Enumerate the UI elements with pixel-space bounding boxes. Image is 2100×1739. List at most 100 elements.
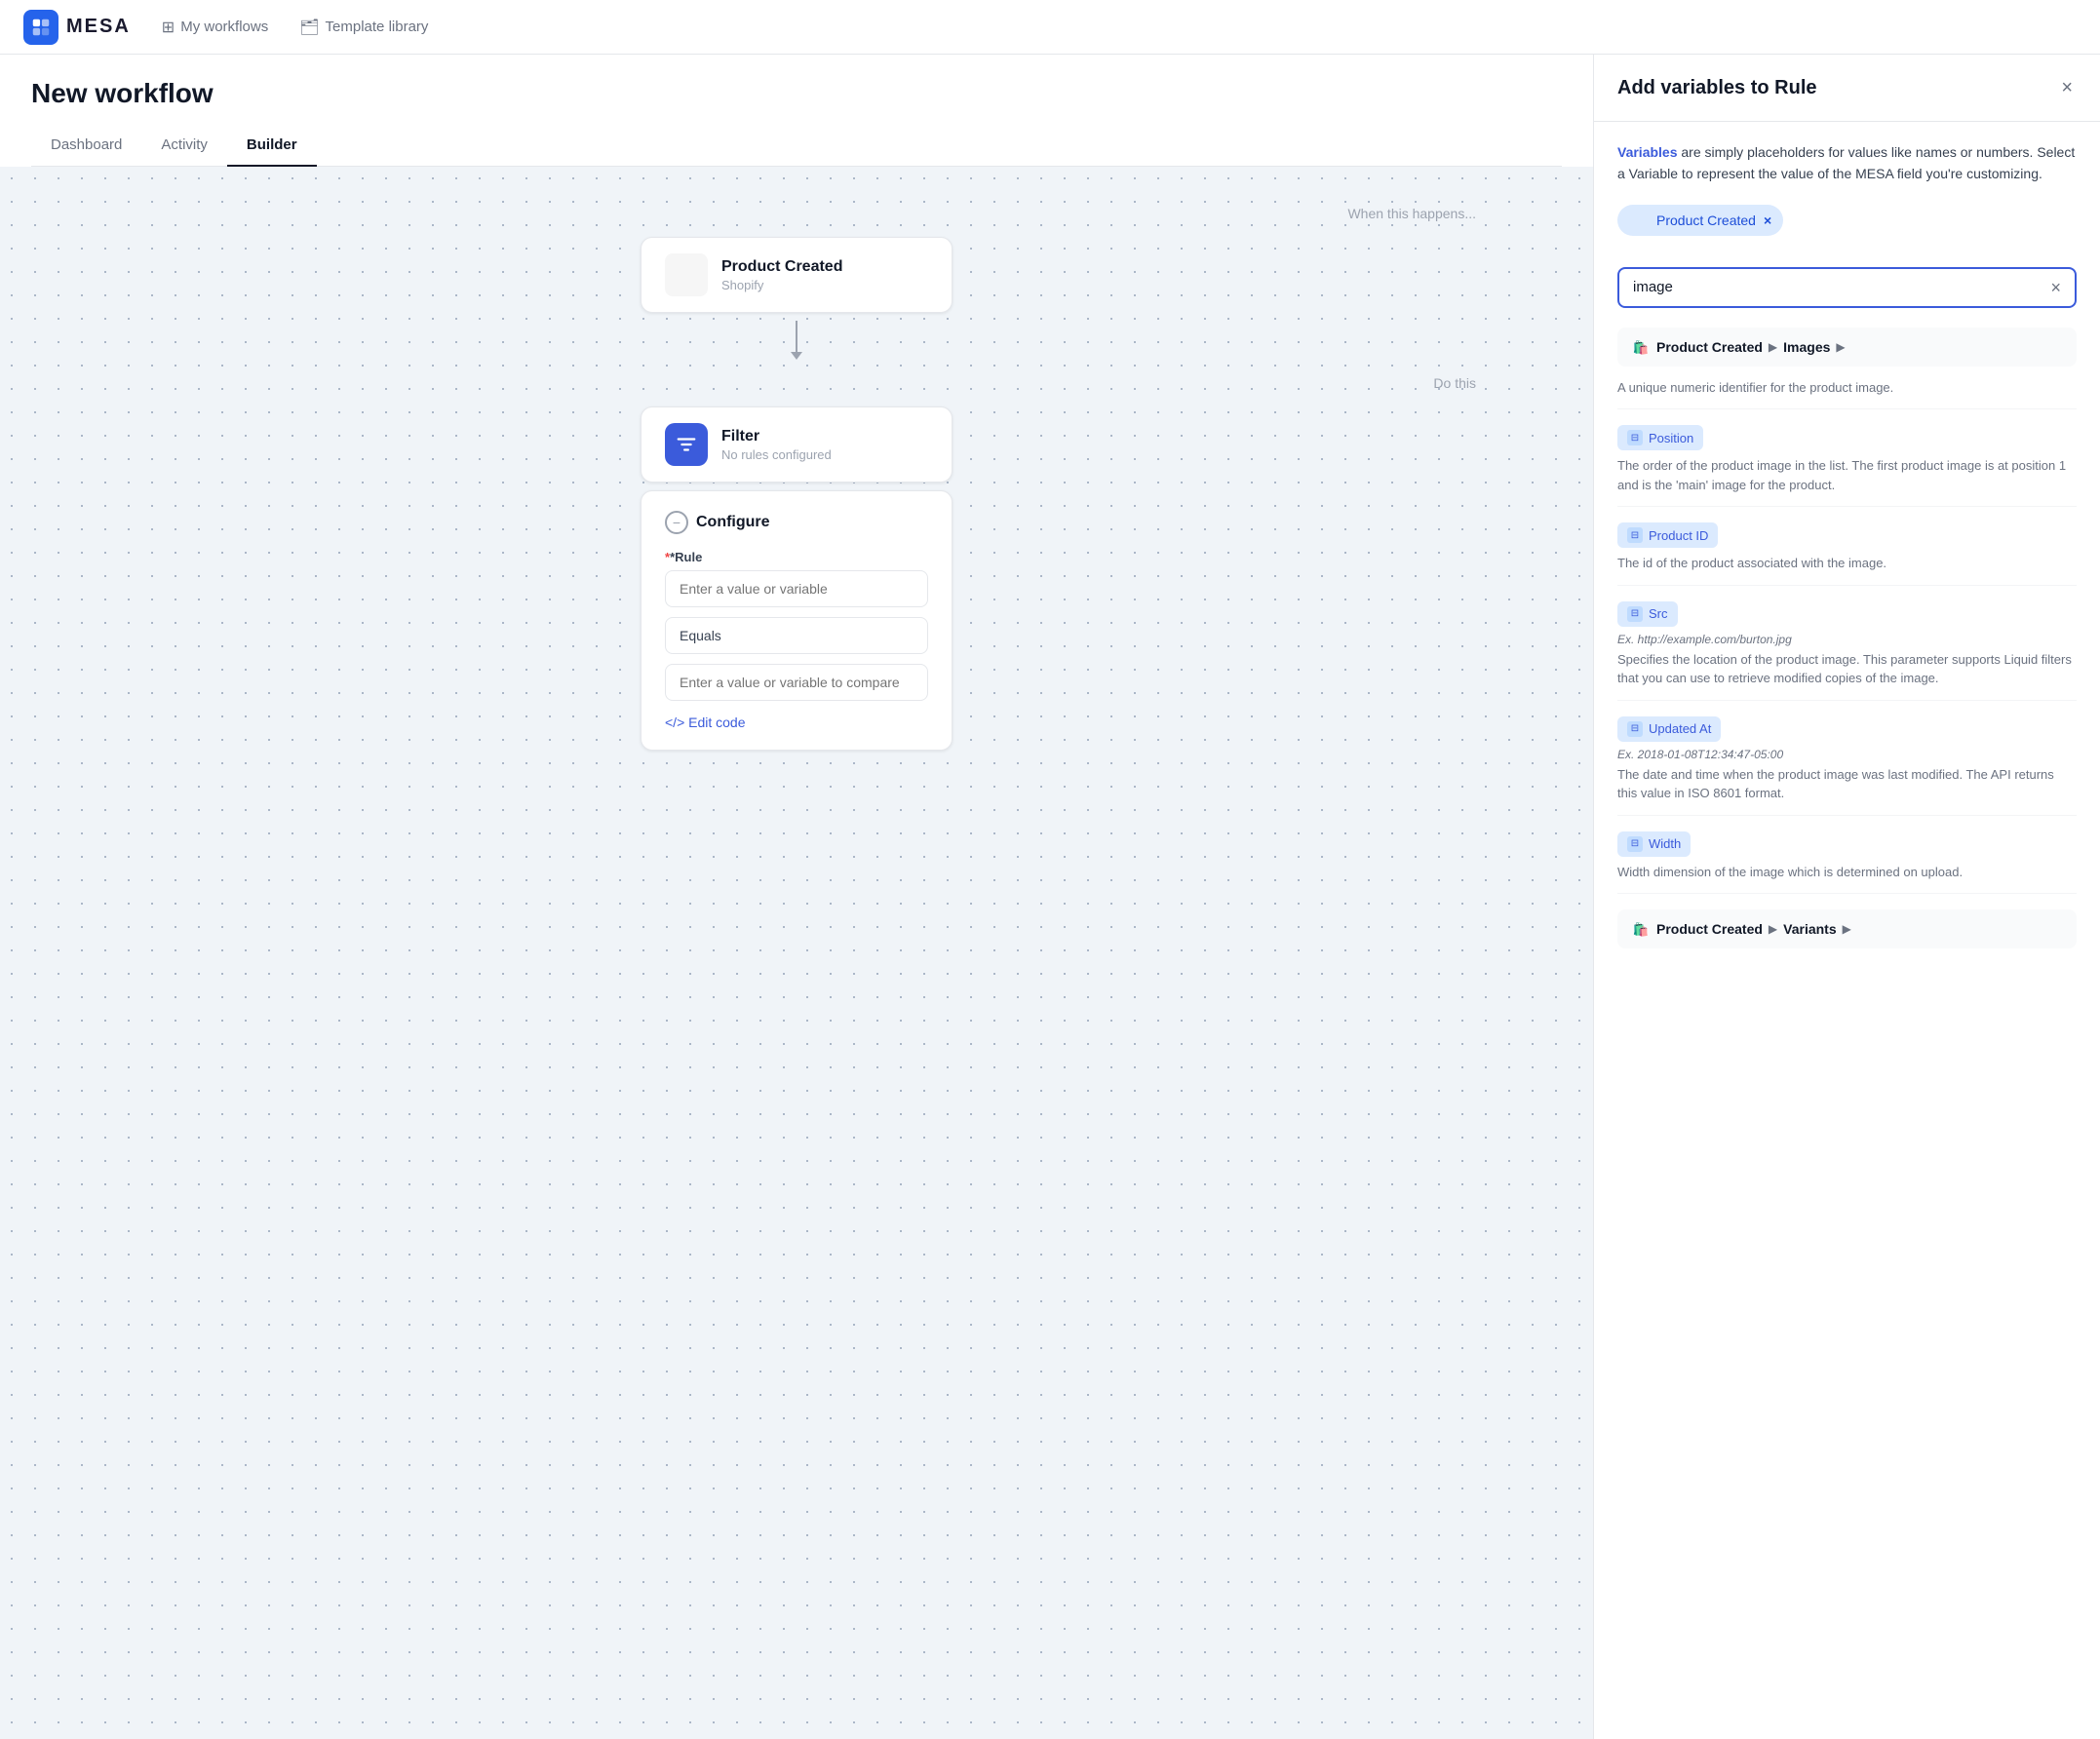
src-example: Ex. http://example.com/burton.jpg	[1617, 633, 2077, 646]
updated-at-variable-btn[interactable]: ⊟ Updated At	[1617, 716, 1721, 742]
filter-icon	[665, 423, 708, 466]
edit-code-link[interactable]: </> Edit code	[665, 715, 928, 730]
panel-body: Variables are simply placeholders for va…	[1594, 122, 2100, 1739]
shopify-icon: 🛍️	[665, 253, 708, 296]
compare-input[interactable]	[665, 664, 928, 701]
width-variable-btn[interactable]: ⊟ Width	[1617, 831, 1691, 857]
width-var-icon: ⊟	[1627, 836, 1643, 852]
updated-at-var-icon: ⊟	[1627, 721, 1643, 737]
position-var-icon: ⊟	[1627, 430, 1643, 445]
product-id-variable-btn[interactable]: ⊟ Product ID	[1617, 522, 1718, 548]
tag-shopify-icon: 🛍️	[1629, 211, 1649, 230]
variables-list: 🛍️ Product Created ▶ Images ▶ A unique n…	[1617, 328, 2077, 949]
filter-subtitle: No rules configured	[721, 447, 832, 462]
panel-title: Add variables to Rule	[1617, 77, 1817, 99]
rule-label: **Rule	[665, 550, 928, 564]
breadcrumb-arrow-1: ▶	[1769, 340, 1777, 354]
breadcrumb-arrow-2: ▶	[1836, 340, 1845, 354]
panel-description: Variables are simply placeholders for va…	[1617, 141, 2077, 185]
logo-area: MESA	[23, 10, 131, 45]
product-created-title: Product Created	[721, 258, 842, 276]
right-panel: Add variables to Rule × Variables are si…	[1593, 55, 2100, 1739]
workflow-header: New workflow Dashboard Activity Builder	[0, 55, 1593, 167]
variants-shopify-icon: 🛍️	[1631, 919, 1651, 939]
src-var-icon: ⊟	[1627, 606, 1643, 622]
breadcrumb-shopify-icon: 🛍️	[1631, 337, 1651, 357]
src-variable-btn[interactable]: ⊟ Src	[1617, 601, 1678, 627]
template-icon: 🗂	[299, 18, 319, 37]
src-var-label: Src	[1649, 606, 1668, 621]
product-id-var-label: Product ID	[1649, 528, 1708, 543]
position-description: The order of the product image in the li…	[1617, 456, 2077, 507]
search-clear-button[interactable]: ×	[2050, 279, 2061, 296]
main-layout: New workflow Dashboard Activity Builder …	[0, 55, 2100, 1739]
svg-text:🛍️: 🛍️	[1631, 213, 1648, 228]
breadcrumb-product-created: Product Created	[1656, 339, 1763, 355]
product-id-description: The id of the product associated with th…	[1617, 554, 2077, 586]
filter-card[interactable]: Filter No rules configured	[641, 406, 953, 483]
updated-at-var-label: Updated At	[1649, 721, 1711, 736]
variants-breadcrumb: 🛍️ Product Created ▶ Variants ▶	[1631, 919, 2063, 939]
nav-my-workflows[interactable]: ⊞ My workflows	[162, 14, 268, 41]
tab-dashboard[interactable]: Dashboard	[31, 125, 141, 167]
canvas: When this happens... 🛍️ Product Created …	[0, 167, 1593, 1739]
nav-template-library-label: Template library	[326, 19, 429, 35]
product-created-content: Product Created Shopify	[721, 258, 842, 292]
product-id-group: ⊟ Product ID The id of the product assoc…	[1617, 522, 2077, 586]
mesa-logo-icon	[23, 10, 58, 45]
updated-at-example: Ex. 2018-01-08T12:34:47-05:00	[1617, 748, 2077, 761]
nav-template-library[interactable]: 🗂 Template library	[299, 14, 428, 41]
updated-at-description: The date and time when the product image…	[1617, 765, 2077, 816]
configure-title: Configure	[696, 514, 770, 531]
configure-header: − Configure	[665, 511, 928, 534]
edit-code-label: </> Edit code	[665, 715, 746, 730]
tag-label: Product Created	[1656, 213, 1756, 228]
rule-input[interactable]	[665, 570, 928, 607]
tab-builder[interactable]: Builder	[227, 125, 317, 167]
configure-icon: −	[665, 511, 688, 534]
svg-text:🛍️: 🛍️	[1633, 921, 1650, 937]
width-var-label: Width	[1649, 836, 1681, 851]
filter-content: Filter No rules configured	[721, 428, 832, 462]
product-created-subtitle: Shopify	[721, 278, 842, 292]
width-group: ⊟ Width Width dimension of the image whi…	[1617, 831, 2077, 895]
description-text: are simply placeholders for values like …	[1617, 144, 2075, 181]
nav-my-workflows-label: My workflows	[180, 19, 268, 35]
product-id-var-icon: ⊟	[1627, 527, 1643, 543]
configure-section: − Configure **Rule Equals </> Edit code	[641, 490, 953, 751]
width-description: Width dimension of the image which is de…	[1617, 863, 2077, 895]
logo-text: MESA	[66, 16, 131, 38]
product-created-card[interactable]: 🛍️ Product Created Shopify	[641, 237, 953, 313]
arrow-down-1	[791, 321, 802, 360]
variants-breadcrumb-variants: Variants	[1783, 921, 1836, 937]
close-button[interactable]: ×	[2057, 74, 2077, 101]
images-breadcrumb: 🛍️ Product Created ▶ Images ▶	[1631, 337, 2063, 357]
workflow-title: New workflow	[31, 78, 1562, 109]
search-input[interactable]	[1633, 279, 2042, 295]
position-group: ⊟ Position The order of the product imag…	[1617, 425, 2077, 507]
variants-arrow-2: ▶	[1843, 922, 1851, 936]
variants-section-header: 🛍️ Product Created ▶ Variants ▶	[1617, 909, 2077, 948]
panel-header: Add variables to Rule ×	[1594, 55, 2100, 122]
variables-link[interactable]: Variables	[1617, 144, 1678, 160]
filter-title: Filter	[721, 428, 832, 445]
src-description: Specifies the location of the product im…	[1617, 650, 2077, 701]
search-box: ×	[1617, 267, 2077, 308]
updated-at-group: ⊟ Updated At Ex. 2018-01-08T12:34:47-05:…	[1617, 716, 2077, 816]
do-label: Do this	[1433, 375, 1476, 391]
position-variable-btn[interactable]: ⊟ Position	[1617, 425, 1703, 450]
tag-close-button[interactable]: ×	[1764, 213, 1771, 227]
filter-tag: 🛍️ Product Created ×	[1617, 205, 2077, 251]
tabs: Dashboard Activity Builder	[31, 125, 1562, 167]
svg-text:🛍️: 🛍️	[1633, 339, 1650, 355]
images-description: A unique numeric identifier for the prod…	[1617, 378, 2077, 410]
tab-activity[interactable]: Activity	[141, 125, 227, 167]
top-nav: MESA ⊞ My workflows 🗂 Template library	[0, 0, 2100, 55]
left-panel: New workflow Dashboard Activity Builder …	[0, 55, 1593, 1739]
variants-breadcrumb-product: Product Created	[1656, 921, 1763, 937]
src-group: ⊟ Src Ex. http://example.com/burton.jpg …	[1617, 601, 2077, 701]
images-section-header: 🛍️ Product Created ▶ Images ▶	[1617, 328, 2077, 367]
workflows-icon: ⊞	[162, 18, 175, 37]
equals-select[interactable]: Equals	[665, 617, 928, 654]
when-label: When this happens...	[1347, 206, 1476, 221]
